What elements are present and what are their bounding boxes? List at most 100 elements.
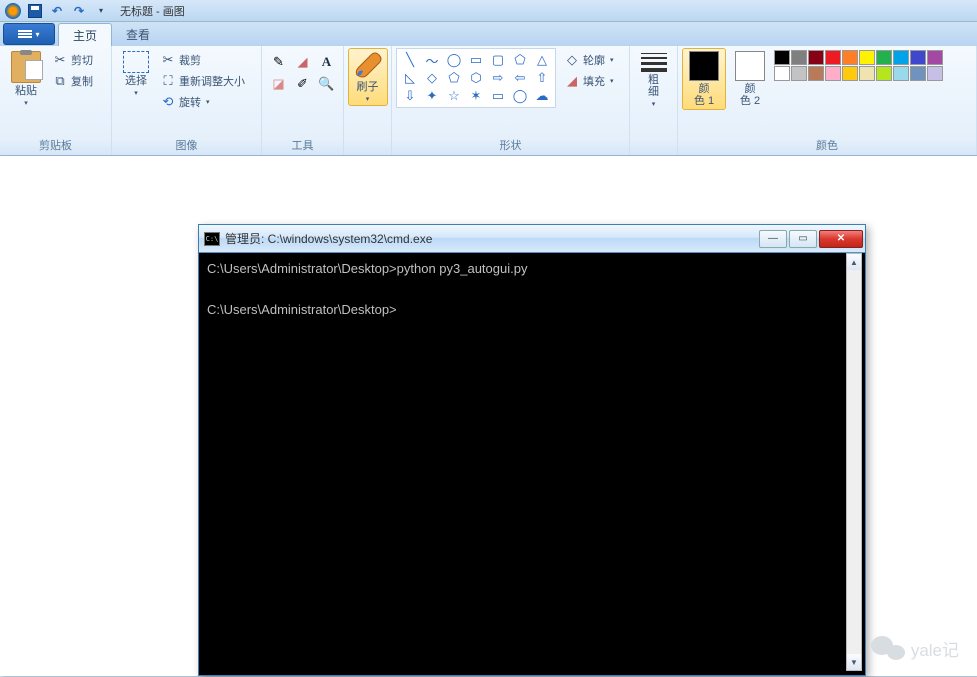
window-title: 无标题 - 画图 (120, 3, 185, 19)
color-swatch[interactable] (791, 66, 807, 81)
brush-icon (353, 51, 383, 79)
ribbon-tabs: ▾ 主页 查看 (0, 22, 977, 46)
pentagon-shape[interactable]: ⬠ (443, 69, 465, 87)
shapes-gallery[interactable]: ╲ 〜 ◯ ▭ ▢ ⬠ △ ◺ ◇ ⬠ ⬡ ⇨ ⇦ ⇧ ⇩ ✦ ☆ ✶ ▭ ◯ (396, 48, 556, 108)
cmd-terminal[interactable]: C:\Users\Administrator\Desktop>python py… (203, 253, 845, 671)
color2-button[interactable]: 颜 色 2 (728, 48, 772, 110)
file-menu-button[interactable]: ▾ (3, 23, 55, 45)
polygon-shape[interactable]: ⬠ (509, 51, 531, 69)
color-swatch[interactable] (876, 66, 892, 81)
diamond-shape[interactable]: ◇ (421, 69, 443, 87)
triangle-shape[interactable]: △ (531, 51, 553, 69)
eyedropper-icon: ✐ (297, 76, 308, 92)
callout-cloud-shape[interactable]: ☁ (531, 87, 553, 105)
group-image: 选择 ▾ ✂ 裁剪 ⛶ 重新调整大小 ⟲ 旋转 ▾ 图像 (112, 46, 262, 155)
select-button[interactable]: 选择 ▾ (116, 48, 156, 100)
color-swatch[interactable] (825, 66, 841, 81)
cmd-window[interactable]: C:\ 管理员: C:\windows\system32\cmd.exe — ▭… (198, 224, 866, 676)
wechat-icon (871, 634, 905, 662)
color-swatch[interactable] (842, 66, 858, 81)
star4-shape[interactable]: ✦ (421, 87, 443, 105)
watermark: yale记 (871, 634, 959, 662)
color-swatch[interactable] (893, 66, 909, 81)
color-swatch[interactable] (842, 50, 858, 65)
color-swatch[interactable] (893, 50, 909, 65)
cmd-maximize-button[interactable]: ▭ (789, 230, 817, 248)
color-swatch[interactable] (910, 66, 926, 81)
color1-button[interactable]: 颜 色 1 (682, 48, 726, 110)
line-shape[interactable]: ╲ (399, 51, 421, 69)
group-shapes: ╲ 〜 ◯ ▭ ▢ ⬠ △ ◺ ◇ ⬠ ⬡ ⇨ ⇦ ⇧ ⇩ ✦ ☆ ✶ ▭ ◯ (392, 46, 630, 155)
rotate-button[interactable]: ⟲ 旋转 ▾ (158, 92, 247, 112)
color-swatch[interactable] (791, 50, 807, 65)
app-icon[interactable] (4, 2, 22, 20)
group-colors: 颜 色 1 颜 色 2 颜色 (678, 46, 977, 155)
cmd-minimize-button[interactable]: — (759, 230, 787, 248)
magnifier-tool[interactable]: 🔍 (316, 74, 338, 94)
scroll-up-button[interactable]: ▲ (847, 254, 861, 270)
brush-button[interactable]: 刷子 ▾ (348, 48, 388, 106)
quick-access-toolbar: ↶ ↷ ▾ (0, 2, 114, 20)
color-swatch[interactable] (927, 66, 943, 81)
group-brush: 刷子 ▾ (344, 46, 392, 155)
stroke-button[interactable]: 粗 细 ▾ (634, 48, 674, 111)
roundrect-shape[interactable]: ▢ (487, 51, 509, 69)
color-swatch[interactable] (774, 66, 790, 81)
color-swatch[interactable] (774, 50, 790, 65)
text-icon: A (322, 54, 331, 70)
cmd-title-bar[interactable]: C:\ 管理员: C:\windows\system32\cmd.exe — ▭… (199, 225, 865, 253)
hexagon-shape[interactable]: ⬡ (465, 69, 487, 87)
callout-rect-shape[interactable]: ▭ (487, 87, 509, 105)
larrow-shape[interactable]: ⇦ (509, 69, 531, 87)
rect-shape[interactable]: ▭ (465, 51, 487, 69)
text-tool[interactable]: A (316, 52, 338, 72)
undo-button[interactable]: ↶ (48, 2, 66, 20)
crop-icon: ✂ (160, 52, 176, 68)
tab-view[interactable]: 查看 (112, 23, 164, 46)
cut-button[interactable]: ✂ 剪切 (50, 50, 95, 70)
pencil-icon: ✎ (273, 54, 284, 70)
fill-tool[interactable]: ◢ (292, 52, 314, 72)
color-swatch[interactable] (927, 50, 943, 65)
paste-button[interactable]: 粘贴 ▾ (4, 48, 48, 110)
crop-button[interactable]: ✂ 裁剪 (158, 50, 247, 70)
qat-dropdown[interactable]: ▾ (92, 2, 110, 20)
color1-swatch (689, 51, 719, 81)
darrow-shape[interactable]: ⇩ (399, 87, 421, 105)
cmd-line-2: C:\Users\Administrator\Desktop> (207, 302, 397, 317)
resize-icon: ⛶ (160, 73, 176, 89)
callout-oval-shape[interactable]: ◯ (509, 87, 531, 105)
shape-outline-button[interactable]: ◇ 轮廓 ▾ (562, 50, 616, 70)
cmd-title-text: 管理员: C:\windows\system32\cmd.exe (225, 230, 432, 247)
magnifier-icon: 🔍 (318, 76, 334, 92)
shape-fill-button[interactable]: ◢ 填充 ▾ (562, 71, 616, 91)
eraser-tool[interactable]: ◪ (268, 74, 290, 94)
redo-button[interactable]: ↷ (70, 2, 88, 20)
scroll-down-button[interactable]: ▼ (847, 654, 861, 670)
save-button[interactable] (26, 2, 44, 20)
cmd-close-button[interactable]: ✕ (819, 230, 863, 248)
color-swatch[interactable] (859, 50, 875, 65)
star6-shape[interactable]: ✶ (465, 87, 487, 105)
color-swatch[interactable] (808, 66, 824, 81)
color-swatch[interactable] (910, 50, 926, 65)
tab-home[interactable]: 主页 (58, 23, 112, 46)
picker-tool[interactable]: ✐ (292, 74, 314, 94)
color-swatch[interactable] (808, 50, 824, 65)
fill-icon: ◢ (564, 73, 580, 89)
star5-shape[interactable]: ☆ (443, 87, 465, 105)
resize-button[interactable]: ⛶ 重新调整大小 (158, 71, 247, 91)
rtriangle-shape[interactable]: ◺ (399, 69, 421, 87)
group-stroke: 粗 细 ▾ (630, 46, 678, 155)
color-swatch[interactable] (859, 66, 875, 81)
color-swatch[interactable] (876, 50, 892, 65)
copy-button[interactable]: ⧉ 复制 (50, 71, 95, 91)
cmd-scrollbar[interactable]: ▲ ▼ (846, 253, 862, 671)
oval-shape[interactable]: ◯ (443, 51, 465, 69)
pencil-tool[interactable]: ✎ (268, 52, 290, 72)
title-bar: ↶ ↷ ▾ 无标题 - 画图 (0, 0, 977, 22)
color-swatch[interactable] (825, 50, 841, 65)
curve-shape[interactable]: 〜 (421, 51, 443, 69)
uarrow-shape[interactable]: ⇧ (531, 69, 553, 87)
rarrow-shape[interactable]: ⇨ (487, 69, 509, 87)
